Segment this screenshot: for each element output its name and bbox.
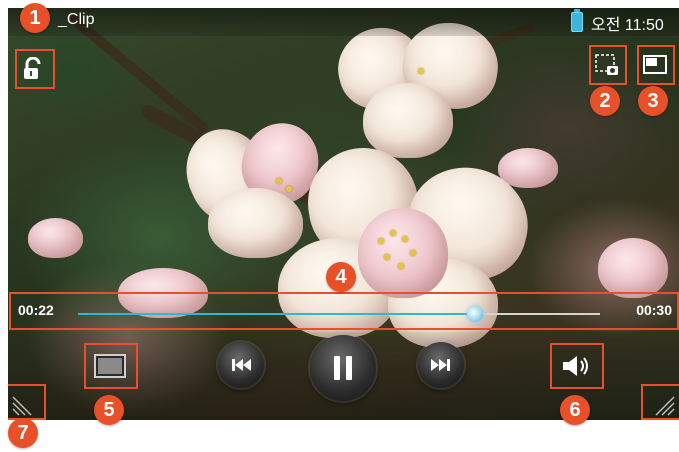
stamen <box>418 68 424 74</box>
pause-icon <box>334 356 352 380</box>
stamen <box>410 250 416 256</box>
clock-time: 11:50 <box>624 17 664 34</box>
stamen <box>286 186 292 192</box>
callout-frame-6 <box>550 343 604 389</box>
clock-ampm: 오전 <box>591 17 621 34</box>
status-clock: 오전 11:50 <box>591 11 664 35</box>
video-screen[interactable]: _Clip 오전 11:50 00:22 00:30 <box>8 8 679 420</box>
stamen <box>398 263 404 269</box>
callout-badge-6: 6 <box>560 395 590 425</box>
status-bar: _Clip 오전 11:50 <box>8 8 679 36</box>
stamen <box>390 230 396 236</box>
blossom-center <box>358 208 448 298</box>
blossom <box>28 218 83 258</box>
stamen <box>378 238 384 244</box>
video-title: _Clip <box>58 11 95 28</box>
callout-badge-5: 5 <box>94 395 124 425</box>
stamen <box>384 254 390 260</box>
next-icon <box>431 359 450 371</box>
callout-badge-2: 2 <box>590 86 620 116</box>
callout-frame-2 <box>589 45 627 85</box>
stamen <box>276 178 282 184</box>
pause-button[interactable] <box>310 335 376 401</box>
callout-frame-7 <box>8 384 46 420</box>
stamen <box>402 236 408 242</box>
previous-icon <box>232 359 251 371</box>
callout-badge-4: 4 <box>326 262 356 292</box>
blossom-petal <box>208 188 303 258</box>
callout-frame-1 <box>15 49 55 89</box>
previous-button[interactable] <box>218 342 264 388</box>
next-button[interactable] <box>418 342 464 388</box>
callout-frame-7b <box>641 384 679 420</box>
blossom-petal <box>363 83 453 158</box>
callout-badge-3: 3 <box>638 86 668 116</box>
callout-frame-3 <box>637 45 675 85</box>
callout-badge-1: 1 <box>20 3 50 33</box>
callout-frame-5 <box>84 343 138 389</box>
battery-icon <box>571 9 583 32</box>
blossom <box>598 238 668 298</box>
callout-badge-7: 7 <box>8 418 38 448</box>
callout-frame-4 <box>9 292 679 330</box>
